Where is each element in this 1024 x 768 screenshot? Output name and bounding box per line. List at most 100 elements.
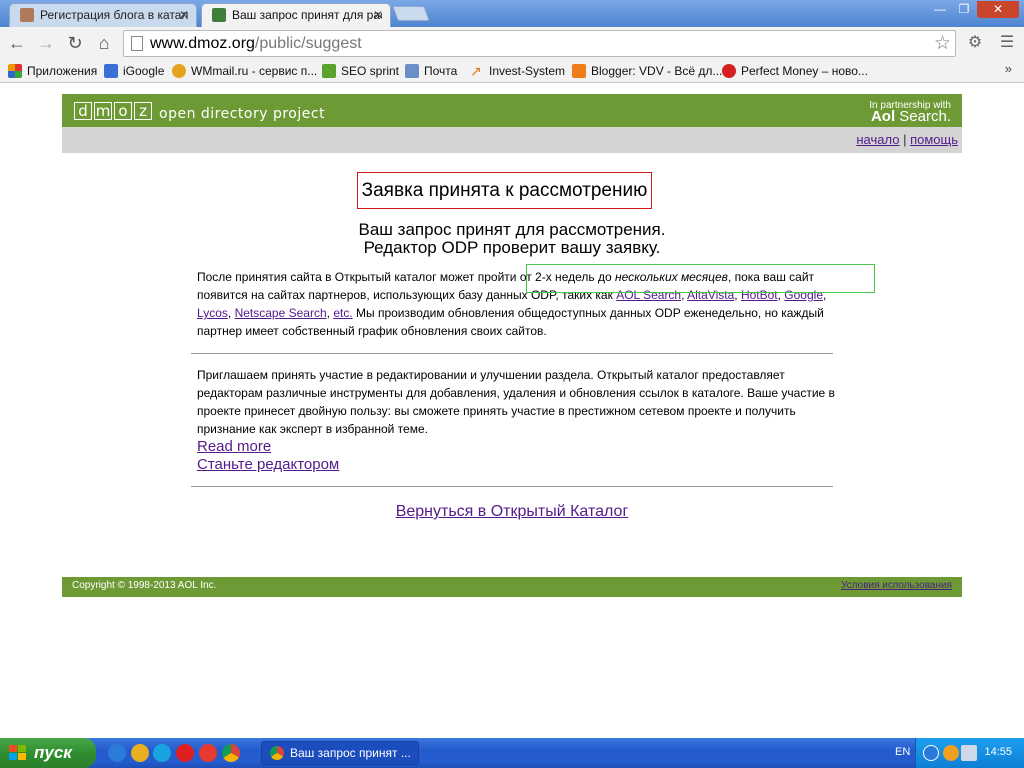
apps-grid-icon: [8, 64, 22, 78]
start-button[interactable]: пуск: [0, 738, 96, 768]
bookmark-blogger[interactable]: Blogger: VDV - Всё дл...: [572, 62, 722, 80]
tab-registration[interactable]: Регистрация блога в катал ✕: [9, 3, 197, 27]
logo-subtitle: open directory project: [159, 106, 326, 122]
avatar-favicon-icon: [20, 8, 34, 22]
nav-separator: |: [903, 132, 907, 147]
taskbar-window-label: Ваш запрос принят ...: [290, 746, 411, 760]
partner-link-etc[interactable]: etc.: [333, 306, 352, 320]
confirmation-message: Ваш запрос принят для рассмотрения. Реда…: [62, 221, 962, 257]
chrome-icon: [270, 746, 284, 760]
close-icon[interactable]: ✕: [179, 4, 189, 26]
dmoz-header: d m o z open directory project In partne…: [62, 94, 962, 127]
return-section: Вернуться в Открытый Каталог: [62, 503, 962, 521]
bookmark-perfectmoney[interactable]: Perfect Money – ново...: [722, 62, 868, 80]
skype-icon[interactable]: [153, 744, 171, 762]
start-label: пуск: [34, 743, 72, 762]
globe-extension-icon[interactable]: ⚙: [963, 31, 987, 55]
read-more-link[interactable]: Read more: [197, 438, 271, 456]
bookmarks-more-icon[interactable]: »: [1005, 61, 1012, 76]
restore-icon[interactable]: ❐: [953, 1, 975, 18]
bookmark-seosprint[interactable]: SEO sprint: [322, 62, 399, 80]
page-title: Заявка принята к рассмотрению: [357, 172, 652, 209]
invest-icon: ↗: [470, 63, 482, 79]
network-icon[interactable]: [961, 745, 977, 761]
bookmarks-bar: Приложения iGoogle WMmail.ru - сервис п.…: [0, 59, 1024, 83]
back-arrow-icon[interactable]: ←: [5, 31, 29, 55]
bookmark-invest[interactable]: ↗ Invest-System: [470, 62, 565, 80]
logo-letter: d: [74, 102, 92, 120]
dmoz-favicon-icon: [212, 8, 226, 22]
confirm-line-1: Ваш запрос принят для рассмотрения.: [358, 220, 666, 239]
bookmark-label: Perfect Money – ново...: [741, 64, 868, 78]
aol-brand: Aol: [870, 108, 896, 125]
divider: [191, 353, 833, 354]
seosprint-icon: [322, 64, 336, 78]
partner-link-netscape[interactable]: Netscape Search: [235, 306, 327, 320]
bookmark-mail[interactable]: Почта: [405, 62, 457, 80]
bookmark-label: SEO sprint: [341, 64, 400, 78]
become-editor-link[interactable]: Станьте редактором: [197, 456, 339, 474]
url-path: /public/suggest: [254, 35, 362, 52]
close-icon[interactable]: ✕: [373, 4, 383, 26]
page-icon: [131, 36, 143, 51]
top-nav-bar: начало | помощь: [62, 127, 962, 153]
reload-icon[interactable]: ↻: [63, 31, 87, 55]
editor-invite-paragraph: Приглашаем принять участие в редактирова…: [197, 368, 835, 436]
opera-icon[interactable]: [176, 744, 194, 762]
clock: 14:55: [984, 746, 1012, 758]
bookmark-label: Invest-System: [489, 64, 566, 78]
tray-arrow-icon[interactable]: [923, 745, 939, 761]
page-footer: Copyright © 1998-2013 AOL Inc. Условия и…: [62, 577, 962, 597]
minimize-icon[interactable]: —: [929, 1, 951, 18]
menu-icon[interactable]: ☰: [995, 31, 1019, 55]
logo-letter: m: [94, 102, 112, 120]
bookmark-igoogle[interactable]: iGoogle: [104, 62, 164, 80]
taskbar-window-chrome[interactable]: Ваш запрос принят ...: [261, 741, 419, 765]
mail-icon: [405, 64, 419, 78]
tray-app-icon[interactable]: [943, 745, 959, 761]
help-link[interactable]: помощь: [910, 132, 958, 147]
aol-search-logo[interactable]: Aol Search.: [871, 108, 951, 125]
address-bar[interactable]: www.dmoz.org/public/suggest ☆: [123, 30, 956, 57]
return-to-catalog-link[interactable]: Вернуться в Открытый Каталог: [396, 503, 629, 520]
new-tab-button[interactable]: [392, 6, 430, 21]
language-indicator[interactable]: EN: [895, 746, 910, 758]
perfectmoney-icon: [722, 64, 736, 78]
yandex-browser-icon[interactable]: [199, 744, 217, 762]
home-link[interactable]: начало: [856, 132, 899, 147]
dmoz-logo[interactable]: d m o z: [74, 102, 152, 121]
tab-label: Ваш запрос принят для рас: [232, 8, 382, 22]
confirm-line-2: Редактор ODP проверит вашу заявку.: [363, 238, 661, 257]
wmmail-icon: [172, 64, 186, 78]
chrome-icon[interactable]: [222, 744, 240, 762]
bookmark-wmmail[interactable]: WMmail.ru - сервис п...: [172, 62, 317, 80]
copyright: Copyright © 1998-2013 AOL Inc.: [72, 580, 217, 591]
windows-logo-icon: [9, 745, 26, 760]
tab-label: Регистрация блога в катал: [40, 8, 188, 22]
bookmark-label: Приложения: [27, 64, 98, 78]
bookmark-label: WMmail.ru - сервис п...: [191, 64, 318, 78]
dmoz-page: d m o z open directory project In partne…: [62, 94, 962, 597]
highlight-box: [526, 264, 875, 293]
bookmark-label: Почта: [424, 64, 458, 78]
tab-suggest[interactable]: Ваш запрос принят для рас ✕: [201, 3, 391, 27]
google-icon: [104, 64, 118, 78]
taskbar: пуск Ваш запрос принят ... EN 14:55: [0, 738, 1024, 768]
bookmark-star-icon[interactable]: ☆: [934, 31, 951, 56]
bookmark-label: Blogger: VDV - Всё дл...: [591, 64, 723, 78]
blogger-icon: [572, 64, 586, 78]
media-icon[interactable]: [131, 744, 149, 762]
bookmark-apps[interactable]: Приложения: [8, 62, 97, 80]
browser-titlebar: Регистрация блога в катал ✕ Ваш запрос п…: [0, 0, 1024, 27]
logo-letter: o: [114, 102, 132, 120]
system-tray: 14:55: [915, 738, 1024, 768]
forward-arrow-icon[interactable]: →: [34, 31, 58, 55]
terms-link[interactable]: Условия использования: [841, 580, 952, 591]
aol-search-word: Search.: [899, 108, 951, 125]
home-icon[interactable]: ⌂: [92, 31, 116, 55]
logo-letter: z: [134, 102, 152, 120]
partner-link-lycos[interactable]: Lycos: [197, 306, 228, 320]
browser-toolbar: ← → ↻ ⌂ www.dmoz.org/public/suggest ☆ ⚙ …: [0, 27, 1024, 59]
window-close-icon[interactable]: ✕: [977, 1, 1019, 18]
ie-icon[interactable]: [108, 744, 126, 762]
